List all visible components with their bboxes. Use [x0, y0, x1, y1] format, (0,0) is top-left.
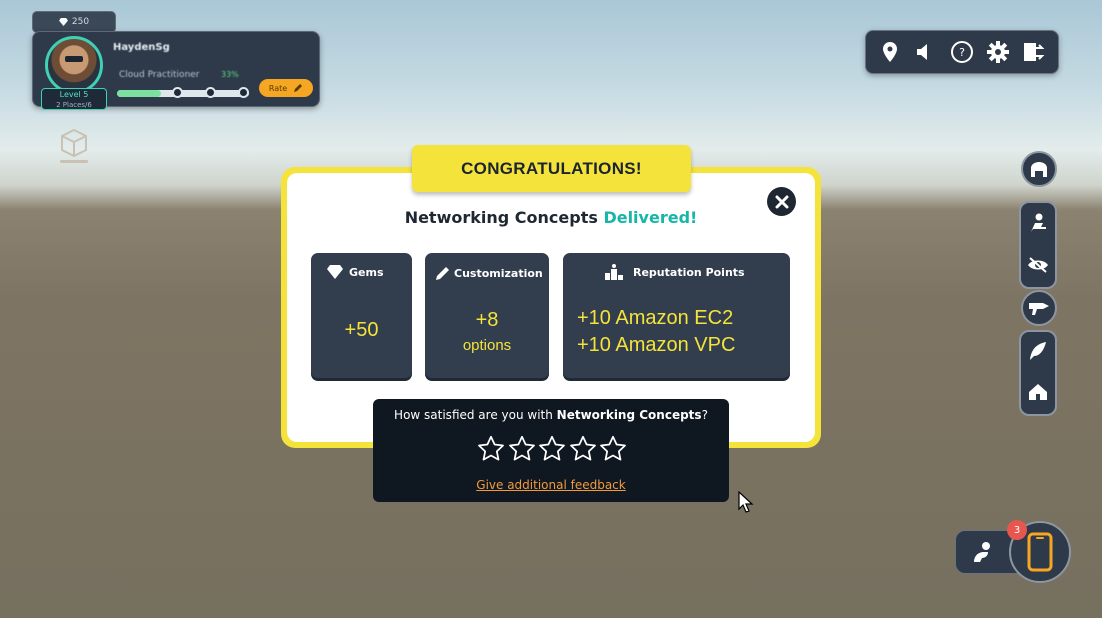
rate-button[interactable]: Rate — [259, 79, 313, 97]
reputation-card-title: Reputation Points — [633, 265, 745, 279]
customization-card-title: Customization — [454, 266, 543, 280]
reputation-reward-line: +10 Amazon EC2 — [577, 307, 734, 329]
side-action-group-1 — [1019, 201, 1057, 289]
building-icon — [1031, 162, 1047, 177]
feather-icon[interactable] — [1028, 340, 1048, 366]
house-icon[interactable] — [1027, 382, 1049, 406]
level-badge: Level 5 2 Places/6 — [41, 88, 107, 110]
diamond-icon — [58, 18, 68, 26]
feedback-panel: How satisfied are you with Networking Co… — [373, 399, 729, 502]
help-icon[interactable]: ? — [950, 40, 974, 64]
reputation-reward-line: +10 Amazon VPC — [577, 334, 736, 356]
role-progress-percent: 33% — [221, 70, 239, 79]
map-pin-icon[interactable] — [878, 40, 902, 64]
feedback-question-subject: Networking Concepts — [556, 408, 702, 422]
reputation-reward-card: Reputation Points +10 Amazon EC2 +10 Ama… — [563, 253, 790, 378]
star-icon[interactable] — [477, 435, 505, 463]
svg-text:?: ? — [959, 46, 965, 59]
eye-icon[interactable] — [1027, 256, 1049, 278]
worker-icon[interactable] — [1027, 212, 1049, 238]
customization-reward-card: Customization +8 options — [425, 253, 549, 378]
pencil-icon — [436, 267, 449, 280]
side-action-group-2 — [1019, 330, 1057, 416]
people-chat-icon — [974, 542, 990, 562]
additional-feedback-link[interactable]: Give additional feedback — [373, 478, 729, 492]
modal-headline: Networking Concepts Delivered! — [281, 208, 821, 227]
gems-card-header: Gems — [327, 265, 384, 279]
feedback-question-prefix: How satisfied are you with — [394, 408, 557, 422]
star-icon[interactable] — [538, 435, 566, 463]
customization-reward-unit: options — [462, 337, 512, 354]
tool-button[interactable] — [1021, 290, 1057, 326]
avatar[interactable] — [45, 36, 103, 94]
level-label: Level 5 — [59, 90, 89, 99]
role-progress-fill — [117, 90, 161, 97]
diamond-icon — [327, 265, 343, 279]
star-icon[interactable] — [508, 435, 536, 463]
rate-button-label: Rate — [268, 83, 288, 93]
gems-counter-chip: 250 — [32, 11, 116, 33]
notification-badge: 3 — [1007, 520, 1027, 540]
level-sub-label: 2 Places/6 — [56, 101, 92, 109]
progress-milestone — [205, 87, 216, 98]
gems-reward-card: Gems +50 — [311, 253, 412, 378]
gems-counter-value: 250 — [71, 17, 90, 27]
exit-icon[interactable] — [1022, 40, 1046, 64]
close-icon — [775, 195, 788, 208]
player-role: Cloud Practitioner — [119, 70, 200, 80]
drill-icon — [1029, 303, 1049, 315]
customization-card-header: Customization — [435, 265, 543, 281]
gems-reward-value: +50 — [344, 319, 379, 341]
role-progress-bar — [117, 87, 249, 98]
reputation-card-header: Reputation Points — [605, 264, 745, 280]
feedback-question: How satisfied are you with Networking Co… — [373, 408, 729, 422]
customization-reward-value: +8 — [475, 309, 499, 331]
speaker-icon[interactable] — [914, 40, 938, 64]
pencil-icon — [294, 84, 303, 92]
headline-topic: Networking Concepts — [404, 208, 604, 227]
progress-milestone — [172, 87, 183, 98]
mouse-cursor-icon — [738, 491, 754, 513]
gear-icon[interactable] — [986, 40, 1010, 64]
feedback-question-suffix: ? — [701, 408, 708, 422]
congratulations-banner: CONGRATULATIONS! — [412, 145, 691, 192]
phone-icon — [1027, 532, 1053, 572]
cube-icon — [60, 128, 88, 163]
headline-status: Delivered! — [603, 208, 698, 227]
star-rating — [477, 435, 627, 465]
progress-milestone — [238, 87, 249, 98]
player-name: HaydenSg — [113, 42, 170, 53]
player-profile-panel[interactable]: Level 5 2 Places/6 HaydenSg Cloud Practi… — [32, 31, 320, 110]
inventory-cube-button[interactable] — [52, 124, 96, 168]
star-icon[interactable] — [599, 435, 627, 463]
podium-icon — [605, 264, 623, 280]
avatar-sunglasses — [65, 56, 83, 62]
side-menu-button[interactable] — [1021, 151, 1057, 187]
star-icon[interactable] — [569, 435, 597, 463]
top-toolbar: ? — [865, 30, 1059, 74]
gems-card-title: Gems — [349, 265, 384, 279]
